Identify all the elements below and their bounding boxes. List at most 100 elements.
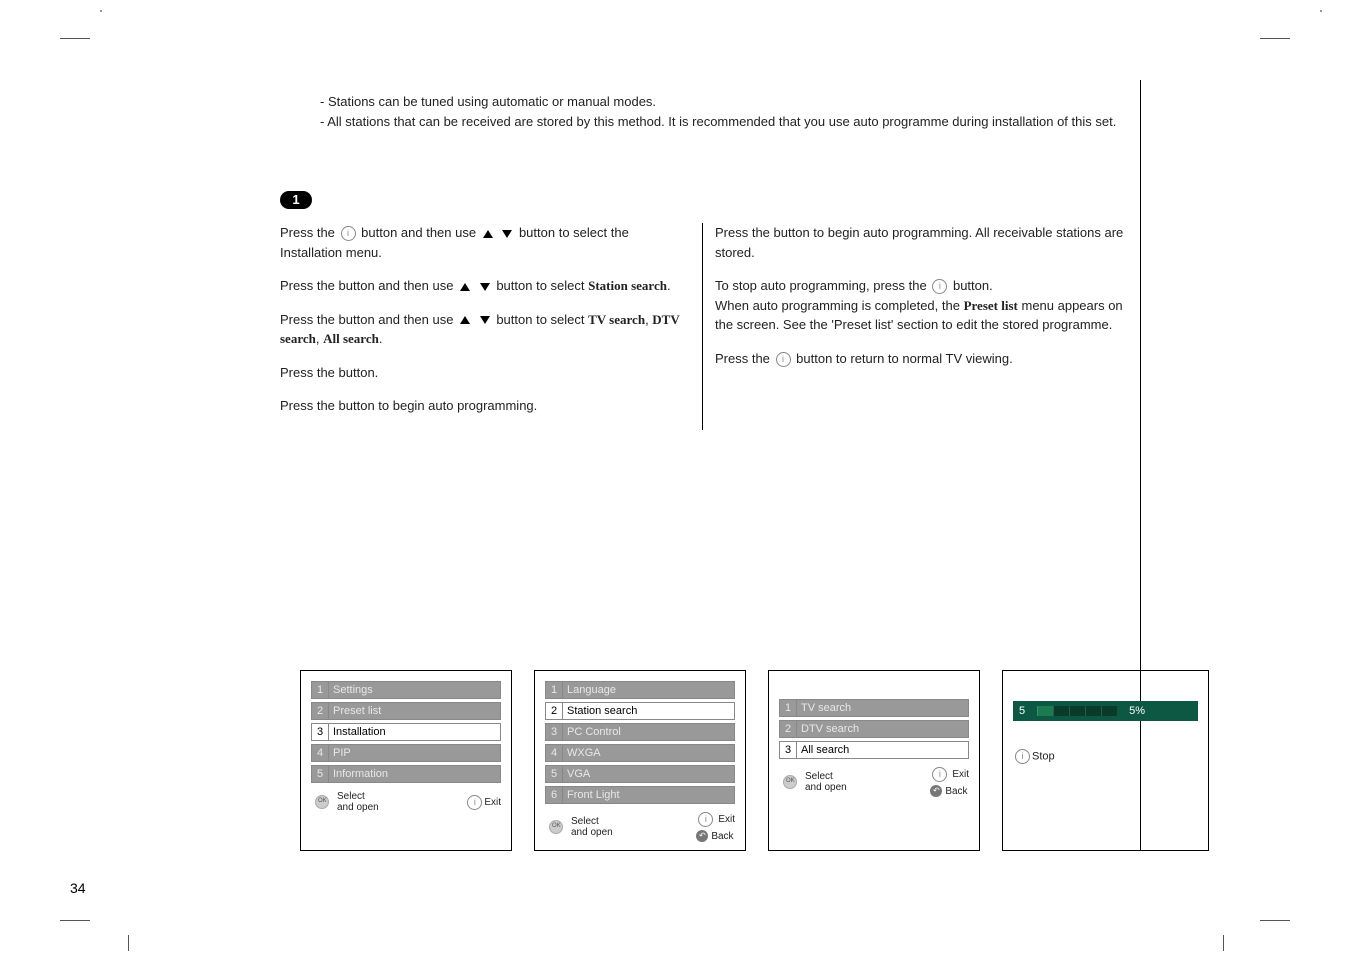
menu-num: 4 [312, 745, 329, 761]
down-arrow-icon [502, 230, 512, 238]
menu-label: Front Light [563, 787, 734, 803]
menu-label: WXGA [563, 745, 734, 761]
menu-footer: Selectand open i Exit ↶Back [545, 812, 735, 842]
menu-num: 2 [312, 703, 329, 719]
footer-stop: iStop [1013, 749, 1198, 764]
crop-mark [128, 935, 129, 951]
text: Stop [1032, 750, 1055, 762]
footer-text: Selectand open [805, 771, 847, 793]
up-arrow-icon [460, 316, 470, 324]
crop-mark [1223, 935, 1224, 951]
back-icon: ↶ [696, 830, 708, 842]
intro-list: Stations can be tuned using automatic or… [280, 93, 1140, 131]
footer-exit: iExit [465, 795, 501, 810]
crop-mark [1260, 38, 1290, 39]
menu-item: 6Front Light [545, 786, 735, 804]
paragraph: Press the button and then use button to … [280, 276, 690, 296]
text: button. [953, 278, 993, 293]
menu-num: 1 [312, 682, 329, 698]
footer-back: ↶Back [696, 830, 733, 842]
menu-footer: Selectand open iExit [311, 791, 501, 813]
menu-item: 1Language [545, 681, 735, 699]
progress-row: 5 5% [1013, 701, 1198, 721]
bold-term: Preset list [964, 298, 1018, 313]
ok-icon [545, 816, 567, 838]
menu-item-selected: 2Station search [545, 702, 735, 720]
progress-bar [1037, 706, 1117, 716]
crop-dot-tl [100, 10, 102, 12]
menu-label: VGA [563, 766, 734, 782]
intro-line: All stations that can be received are st… [320, 113, 1140, 131]
osd-menu-search-type: 1TV search 2DTV search 3All search Selec… [768, 670, 980, 851]
info-icon: i [467, 795, 482, 810]
paragraph: Press the button to begin auto programmi… [280, 396, 690, 416]
footer-right: iExit ↶Back [930, 767, 969, 797]
menu-num: 5 [312, 766, 329, 782]
intro-line: Stations can be tuned using automatic or… [320, 93, 1140, 111]
text: button to select [496, 312, 588, 327]
progress-num: 5 [1019, 705, 1025, 717]
menu-item: 1Settings [311, 681, 501, 699]
progress-percent: 5% [1129, 705, 1145, 717]
footer-text: Selectand open [571, 816, 613, 838]
info-icon: i [932, 279, 947, 294]
footer-select: Selectand open [545, 816, 613, 838]
menu-item: 1TV search [779, 699, 969, 717]
menu-num: 1 [546, 682, 563, 698]
page-number: 34 [70, 880, 86, 896]
bold-term: All search [323, 331, 379, 346]
down-arrow-icon [480, 316, 490, 324]
text: Press the button and then use [280, 312, 457, 327]
menu-item: 4WXGA [545, 744, 735, 762]
menu-item: 2DTV search [779, 720, 969, 738]
left-column: Press the i button and then use button t… [280, 223, 703, 430]
text: . [379, 331, 383, 346]
footer-text: Selectand open [337, 791, 379, 813]
info-icon: i [341, 226, 356, 241]
text: . [667, 278, 671, 293]
footer-exit: i Exit [696, 812, 735, 827]
menu-label: Preset list [329, 703, 500, 719]
paragraph: Press the i button and then use button t… [280, 223, 690, 262]
text: Exit [718, 814, 735, 825]
osd-menu-row: 1Settings 2Preset list 3Installation 4PI… [300, 670, 1209, 851]
osd-menu-installation: 1Settings 2Preset list 3Installation 4PI… [300, 670, 512, 851]
menu-item: 4PIP [311, 744, 501, 762]
bold-term: Station search [588, 278, 667, 293]
menu-label: TV search [797, 700, 968, 716]
two-column-layout: Press the i button and then use button t… [280, 223, 1140, 430]
menu-num: 3 [780, 742, 797, 758]
paragraph: Press the button and then use button to … [280, 310, 690, 349]
paragraph: Press the button to begin auto programmi… [715, 223, 1135, 262]
menu-num: 3 [312, 724, 329, 740]
ok-icon [779, 771, 801, 793]
menu-footer: Selectand open iExit ↶Back [779, 767, 969, 797]
menu-item: 5Information [311, 765, 501, 783]
footer-select: Selectand open [779, 771, 847, 793]
menu-label: Language [563, 682, 734, 698]
up-arrow-icon [460, 283, 470, 291]
info-icon: i [776, 352, 791, 367]
menu-num: 6 [546, 787, 563, 803]
menu-num: 1 [780, 700, 797, 716]
osd-progress-box: 5 5% iStop [1002, 670, 1209, 851]
text: button and then use [361, 225, 480, 240]
menu-label: DTV search [797, 721, 968, 737]
bold-term: TV search [588, 312, 645, 327]
right-column: Press the button to begin auto programmi… [703, 223, 1135, 430]
menu-label: Settings [329, 682, 500, 698]
menu-label: All search [797, 742, 968, 758]
menu-label: Installation [329, 724, 500, 740]
info-icon: i [932, 767, 947, 782]
menu-num: 2 [546, 703, 563, 719]
up-arrow-icon [483, 230, 493, 238]
menu-num: 2 [780, 721, 797, 737]
paragraph: Press the button. [280, 363, 690, 383]
text: Exit [484, 797, 501, 808]
menu-item: 3PC Control [545, 723, 735, 741]
info-icon: i [698, 812, 713, 827]
menu-item-selected: 3Installation [311, 723, 501, 741]
menu-item: 2Preset list [311, 702, 501, 720]
menu-item: 5VGA [545, 765, 735, 783]
paragraph: To stop auto programming, press the i bu… [715, 276, 1135, 335]
